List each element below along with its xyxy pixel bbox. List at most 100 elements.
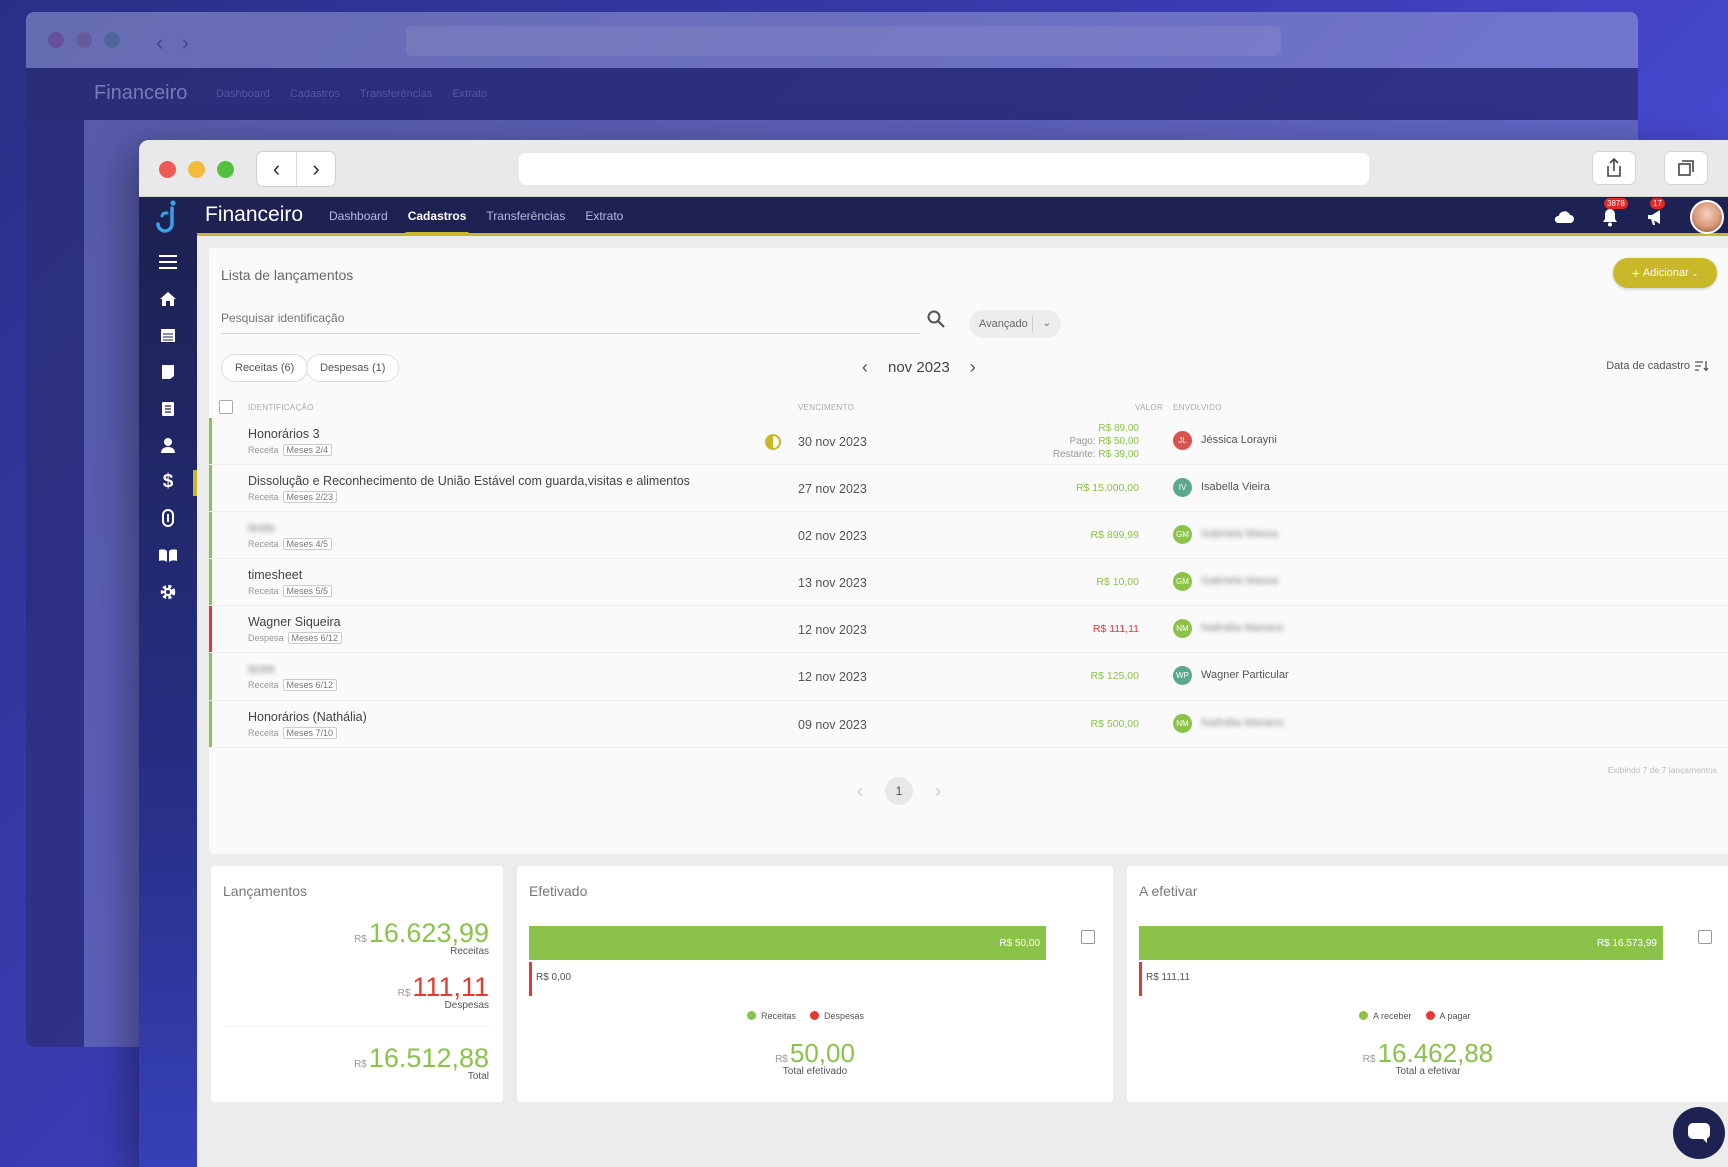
sidebar-item-document[interactable]: [139, 354, 197, 391]
avatar: NM: [1173, 619, 1192, 639]
chat-icon: [1688, 1123, 1710, 1143]
cloud-button[interactable]: [1552, 205, 1576, 229]
app-title: Financeiro: [205, 203, 304, 226]
chevron-down-icon: ⌄: [1691, 268, 1699, 278]
entry-name: timesheet: [248, 568, 303, 583]
close-window-button[interactable]: [159, 161, 176, 178]
entry-value: R$ 125,00: [1090, 670, 1139, 683]
filter-despesas[interactable]: Despesas (1): [306, 354, 400, 382]
previous-page-button[interactable]: ‹: [857, 781, 863, 802]
avatar: GM: [1173, 525, 1192, 545]
table-row[interactable]: Honorários 3 Receita Meses 2/4 30 nov 202…: [209, 418, 1728, 466]
advanced-search-dropdown[interactable]: Avançado ⌄: [969, 310, 1061, 338]
efetivado-total-label: Total efetivado: [782, 1066, 848, 1077]
previous-month-button[interactable]: ‹: [862, 357, 868, 378]
entry-value: R$ 111,11: [1092, 623, 1139, 636]
sidebar-item-home[interactable]: [139, 281, 197, 318]
menu-cadastros[interactable]: Cadastros: [403, 209, 471, 237]
menu-transferencias[interactable]: Transferências: [486, 209, 565, 223]
card-title: Efetivado: [529, 883, 588, 899]
header-actions: 3878 17: [1552, 197, 1728, 236]
currency-symbol: R$: [775, 1054, 788, 1065]
home-icon: [160, 291, 176, 306]
table-row[interactable]: Wagner Siqueira Despesa Meses 6/12 12 nov…: [209, 606, 1728, 654]
page-number[interactable]: 1: [885, 777, 913, 805]
next-month-button[interactable]: ›: [970, 357, 976, 378]
share-button[interactable]: [1592, 151, 1636, 185]
avatar: IV: [1173, 478, 1192, 498]
menu-extrato[interactable]: Extrato: [585, 209, 623, 223]
select-all-checkbox[interactable]: [219, 400, 233, 414]
partial-payment-icon: [765, 434, 781, 450]
back-button[interactable]: ‹: [257, 152, 296, 186]
entry-date: 13 nov 2023: [798, 576, 867, 591]
entry-tag: Meses 7/10: [282, 726, 338, 739]
sidebar-item-settings[interactable]: [139, 573, 197, 610]
sort-selector[interactable]: Data de cadastro: [1606, 360, 1709, 372]
next-page-button[interactable]: ›: [935, 781, 941, 802]
table-row[interactable]: Dissolução e Reconhecimento de União Est…: [209, 465, 1728, 513]
entry-type: Receita: [248, 445, 279, 455]
tabs-icon: [1678, 160, 1694, 176]
address-bar[interactable]: [519, 153, 1369, 185]
sidebar-item-attachment[interactable]: [139, 500, 197, 537]
table-row[interactable]: teste Receita Meses 6/12 12 nov 2023 R$ 1…: [209, 653, 1728, 701]
notifications-badge: 3878: [1604, 197, 1628, 209]
sidebar-item-calendar[interactable]: [139, 317, 197, 354]
sidebar-menu: $: [139, 244, 197, 610]
app-header: Financeiro Dashboard Cadastros Transferê…: [139, 197, 1728, 237]
entry-date: 27 nov 2023: [798, 482, 867, 497]
efetivado-receitas-bar: R$ 50,00: [529, 926, 1046, 960]
add-button-label: Adicionar: [1642, 267, 1689, 279]
sidebar-item-user[interactable]: [139, 427, 197, 464]
background-app-title: Financeiro: [94, 82, 188, 104]
entry-tag: Meses 4/5: [282, 538, 333, 551]
alerts-button[interactable]: 17: [1644, 197, 1668, 229]
table-row[interactable]: teste Receita Meses 4/5 02 nov 2023 R$ 89…: [209, 512, 1728, 560]
card-efetivado: Efetivado R$ 50,00 R$ 0,00 Receitas Desp…: [517, 866, 1113, 1102]
entry-tag: Meses 2/23: [282, 491, 338, 504]
filter-receitas[interactable]: Receitas (6): [221, 354, 309, 382]
entry-date: 02 nov 2023: [798, 529, 867, 544]
sidebar-item-book[interactable]: [139, 537, 197, 574]
menu-dashboard[interactable]: Dashboard: [329, 209, 388, 223]
entry-date: 12 nov 2023: [798, 623, 867, 638]
despesas-value: 111,11: [412, 972, 489, 1002]
table-row[interactable]: timesheet Receita Meses 5/5 13 nov 2023 R…: [209, 559, 1728, 607]
files-icon: [162, 401, 174, 416]
entry-type: Receita: [248, 680, 279, 691]
sidebar-item-menu[interactable]: [139, 244, 197, 281]
entry-person: Nathália Mariano: [1201, 716, 1285, 729]
entry-date: 12 nov 2023: [798, 670, 867, 685]
entry-meta: Receita Meses 2/4: [248, 444, 333, 456]
minimize-window-button[interactable]: [188, 161, 205, 178]
column-envolvido: ENVOLVIDO: [1173, 403, 1222, 412]
dollar-icon: $: [162, 470, 174, 492]
megaphone-icon: [1648, 209, 1660, 225]
add-button[interactable]: + Adicionar ⌄: [1613, 258, 1717, 288]
user-avatar[interactable]: [1690, 199, 1724, 234]
app-logo: [139, 197, 197, 236]
total-summary: R$16.512,88 Total: [354, 1043, 489, 1082]
a-efetivar-total-label: Total a efetivar: [1395, 1066, 1461, 1077]
notifications-button[interactable]: 3878: [1598, 197, 1628, 229]
forward-button[interactable]: ›: [296, 152, 335, 186]
avatar: JL: [1173, 431, 1192, 450]
plus-icon: +: [1631, 265, 1640, 281]
search-input[interactable]: [221, 308, 821, 325]
image-export-icon[interactable]: [1698, 930, 1712, 944]
tabs-button[interactable]: [1664, 151, 1708, 185]
attachment-icon: [162, 509, 174, 528]
sidebar-item-finance[interactable]: $: [139, 464, 197, 501]
entry-value: R$ 10,00: [1096, 576, 1139, 589]
chat-button[interactable]: [1673, 1107, 1725, 1159]
entry-value: R$ 899,99: [1090, 529, 1139, 542]
a-pagar-bar: [1139, 962, 1142, 996]
table-row[interactable]: Honorários (Nathália) Receita Meses 7/10 …: [209, 700, 1728, 748]
legend-a-receber: A receber: [1359, 1011, 1412, 1021]
currency-symbol: R$: [354, 1059, 367, 1070]
sidebar-item-files[interactable]: [139, 390, 197, 427]
search-icon[interactable]: [927, 310, 945, 328]
image-export-icon[interactable]: [1081, 930, 1095, 944]
maximize-window-button[interactable]: [217, 161, 234, 178]
